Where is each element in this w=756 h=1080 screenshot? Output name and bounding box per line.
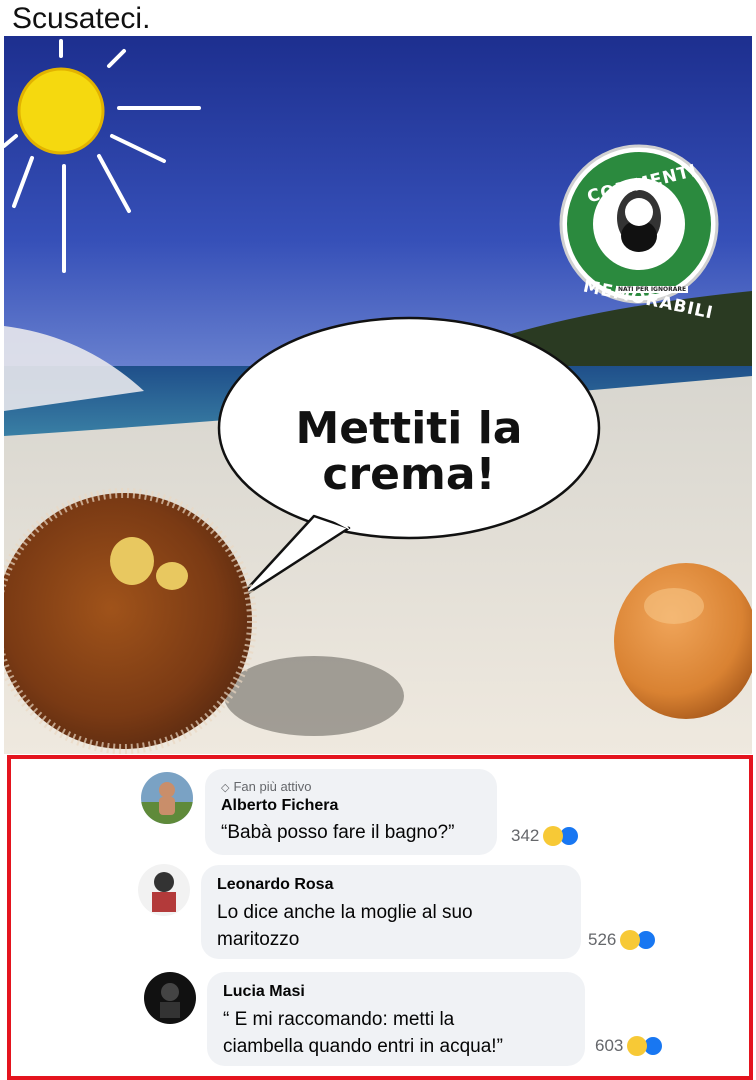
- comment-text-line-2: maritozzo: [217, 929, 300, 950]
- avatar[interactable]: [144, 972, 196, 1024]
- reaction-count: 526: [588, 930, 617, 949]
- reaction-summary[interactable]: 342: [511, 825, 581, 847]
- top-fan-badge: ◇ Fan più attivo: [221, 778, 497, 796]
- post-caption: Scusateci.: [12, 2, 151, 35]
- badge-label: Fan più attivo: [233, 779, 312, 794]
- diamond-icon: ◇: [221, 782, 230, 794]
- sugared-donut: [4, 488, 257, 754]
- comment-bubble: ◇ Fan più attivo Alberto Fichera “Babà po…: [205, 769, 497, 855]
- avatar[interactable]: [138, 864, 190, 916]
- comment-bubble: Lucia Masi “ E mi raccomando: metti la c…: [207, 972, 585, 1066]
- comment-text-line-1: Lo dice anche la moglie al suo: [217, 902, 473, 923]
- beach-scene: [4, 36, 752, 754]
- comment-bubble: Leonardo Rosa Lo dice anche la moglie al…: [201, 865, 581, 959]
- speech-bubble-text: Mettiti la crema!: [295, 403, 523, 500]
- comment-text-line-1: “ E mi raccomando: metti la: [223, 1009, 455, 1030]
- avatar[interactable]: [141, 772, 193, 824]
- reaction-summary[interactable]: 526: [588, 929, 658, 951]
- brioche-bun: [614, 563, 752, 719]
- reaction-count: 342: [511, 826, 540, 845]
- comment-text-line-2: ciambella quando entri in acqua!”: [223, 1036, 503, 1057]
- comment-text: “Babà posso fare il bagno?”: [221, 822, 455, 843]
- comment-author[interactable]: Alberto Fichera: [221, 796, 497, 816]
- comment-author[interactable]: Lucia Masi: [223, 982, 585, 1002]
- meme-image[interactable]: Mettiti la crema! COMMENTI MEMORABILI NA…: [4, 36, 752, 754]
- comments-section: ◇ Fan più attivo Alberto Fichera “Babà po…: [7, 755, 753, 1080]
- logo-sub-text: NATI PER IGNORARE: [616, 286, 689, 293]
- reaction-count: 603: [595, 1036, 624, 1055]
- comment-author[interactable]: Leonardo Rosa: [217, 875, 581, 895]
- reaction-summary[interactable]: 603: [595, 1035, 665, 1057]
